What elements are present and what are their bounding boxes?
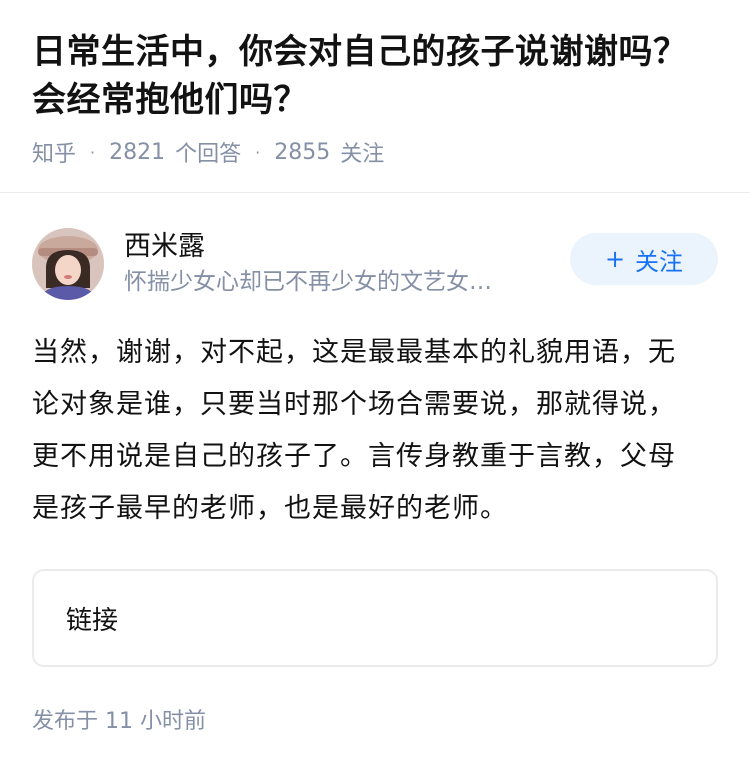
question-meta: 知乎 · 2821 个回答 · 2855 关注 bbox=[32, 136, 718, 168]
separator-dot: · bbox=[90, 142, 96, 162]
avatar[interactable] bbox=[32, 228, 104, 300]
answer-card: 西米露 怀揣少女心却已不再少女的文艺女… + 关注 当然，谢谢，对不起，这是最最… bbox=[0, 227, 750, 735]
plus-icon: + bbox=[604, 245, 626, 273]
follow-button[interactable]: + 关注 bbox=[570, 233, 718, 285]
author-info: 西米露 怀揣少女心却已不再少女的文艺女… bbox=[124, 229, 554, 299]
answers-label[interactable]: 个回答 bbox=[175, 136, 241, 168]
link-label: 链接 bbox=[66, 605, 119, 636]
author-bio: 怀揣少女心却已不再少女的文艺女… bbox=[124, 269, 492, 295]
question-title[interactable]: 日常生活中，你会对自己的孩子说谢谢吗？会经常抱他们吗？ bbox=[32, 28, 718, 124]
link-card[interactable]: 链接 bbox=[32, 569, 718, 667]
answer-content: 当然，谢谢，对不起，这是最最基本的礼貌用语，无论对象是谁，只要当时那个场合需要说… bbox=[32, 337, 676, 524]
source-label[interactable]: 知乎 bbox=[32, 136, 76, 168]
follow-label: 关注 bbox=[635, 247, 684, 276]
author-row: 西米露 怀揣少女心却已不再少女的文艺女… + 关注 bbox=[32, 227, 718, 301]
publish-time: 发布于 11 小时前 bbox=[32, 709, 206, 734]
separator-dot: · bbox=[255, 142, 261, 162]
question-header: 日常生活中，你会对自己的孩子说谢谢吗？会经常抱他们吗？ 知乎 · 2821 个回… bbox=[0, 0, 750, 168]
author-name[interactable]: 西米露 bbox=[124, 229, 554, 265]
followers-label[interactable]: 关注 bbox=[340, 136, 384, 168]
avatar-image bbox=[32, 228, 104, 300]
followers-count: 2855 bbox=[274, 139, 331, 165]
answers-count: 2821 bbox=[109, 139, 166, 165]
divider bbox=[0, 192, 750, 193]
